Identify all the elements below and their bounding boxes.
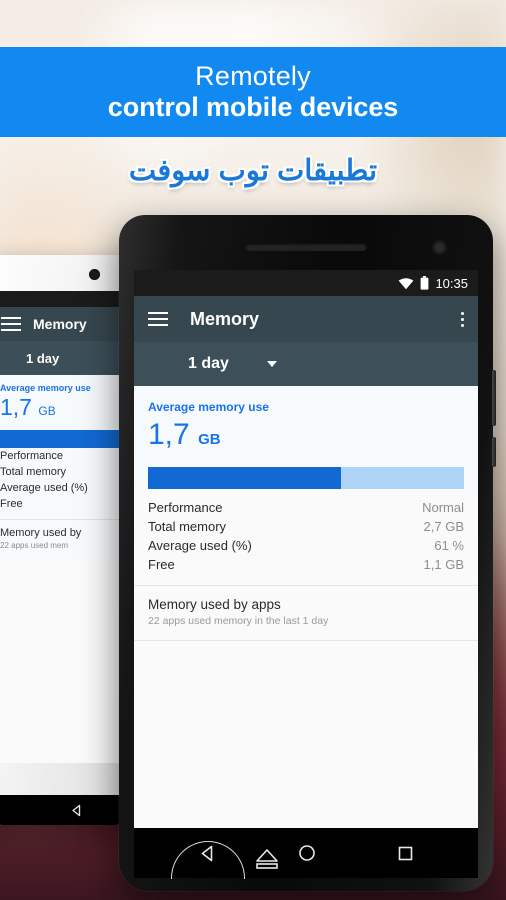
status-bar: 10:35 — [134, 270, 478, 296]
average-memory-card: Average memory use 1,7 GB — [134, 386, 478, 489]
stat-key: Average used (%) — [148, 538, 252, 553]
eject-overlay-icon — [170, 840, 245, 879]
recents-square-icon[interactable] — [397, 845, 414, 862]
table-row: Free 1,1 GB — [148, 555, 464, 574]
period-selector-value: 1 day — [188, 355, 229, 372]
memory-progress-fill — [148, 467, 341, 489]
stat-key: Total memory — [148, 519, 227, 534]
empty-content-area — [134, 640, 478, 828]
volume-up-button[interactable] — [492, 370, 496, 426]
period-selector[interactable]: 1 day — [134, 342, 478, 386]
foreground-phone-device: 10:35 Memory 1 day Average memory use 1,… — [119, 215, 496, 891]
stat-value: Normal — [422, 500, 464, 515]
table-row: Average used (%) 61 % — [148, 536, 464, 555]
front-camera-icon — [433, 241, 446, 254]
status-bar-time: 10:35 — [435, 275, 468, 291]
average-memory-value: 1,7 GB — [148, 417, 464, 458]
back-nav-group[interactable] — [170, 840, 279, 879]
battery-icon — [421, 276, 429, 290]
wifi-icon — [399, 277, 414, 289]
eject-arrow-icon[interactable] — [250, 847, 284, 873]
stat-value: 2,7 GB — [423, 519, 464, 534]
chevron-down-icon — [266, 361, 277, 367]
hamburger-menu-icon — [1, 317, 21, 331]
memory-stats-list: Performance Normal Total memory 2,7 GB A… — [134, 489, 478, 585]
memory-unit: GB — [198, 431, 221, 448]
promo-banner: Remotely control mobile devices — [0, 47, 506, 137]
apps-subtitle: 22 apps used memory in the last 1 day — [148, 615, 329, 627]
earpiece-speaker-icon — [245, 243, 367, 251]
stat-key: Free — [148, 557, 175, 572]
average-memory-label: Average memory use — [148, 400, 269, 414]
brand-watermark: تطبيقات توب سوفت — [128, 155, 378, 187]
banner-line-2: control mobile devices — [107, 92, 399, 122]
stat-value: 61 % — [434, 538, 464, 553]
stat-value: 1,1 GB — [423, 557, 464, 572]
memory-number: 1,7 — [148, 418, 190, 451]
phone-screen: 10:35 Memory 1 day Average memory use 1,… — [134, 270, 478, 828]
bg-toolbar-title: Memory — [33, 316, 87, 332]
memory-used-by-apps-item[interactable]: Memory used by apps 22 apps used memory … — [134, 585, 478, 640]
kebab-overflow-icon[interactable] — [461, 311, 464, 327]
app-toolbar: Memory — [134, 296, 478, 342]
banner-line-1: Remotely — [195, 61, 311, 91]
home-circle-icon[interactable] — [298, 844, 316, 862]
apps-title: Memory used by apps — [148, 597, 281, 612]
table-row: Performance Normal — [148, 498, 464, 517]
bg-period-value: 1 day — [26, 350, 60, 366]
stat-key: Performance — [148, 500, 223, 515]
power-button[interactable] — [492, 437, 496, 467]
memory-progress-bar — [148, 467, 464, 489]
page-title: Memory — [190, 308, 260, 329]
table-row: Total memory 2,7 GB — [148, 517, 464, 536]
android-navbar — [134, 828, 478, 879]
front-camera-icon — [89, 269, 100, 280]
back-triangle-icon — [71, 804, 80, 816]
hamburger-menu-icon[interactable] — [148, 312, 168, 326]
